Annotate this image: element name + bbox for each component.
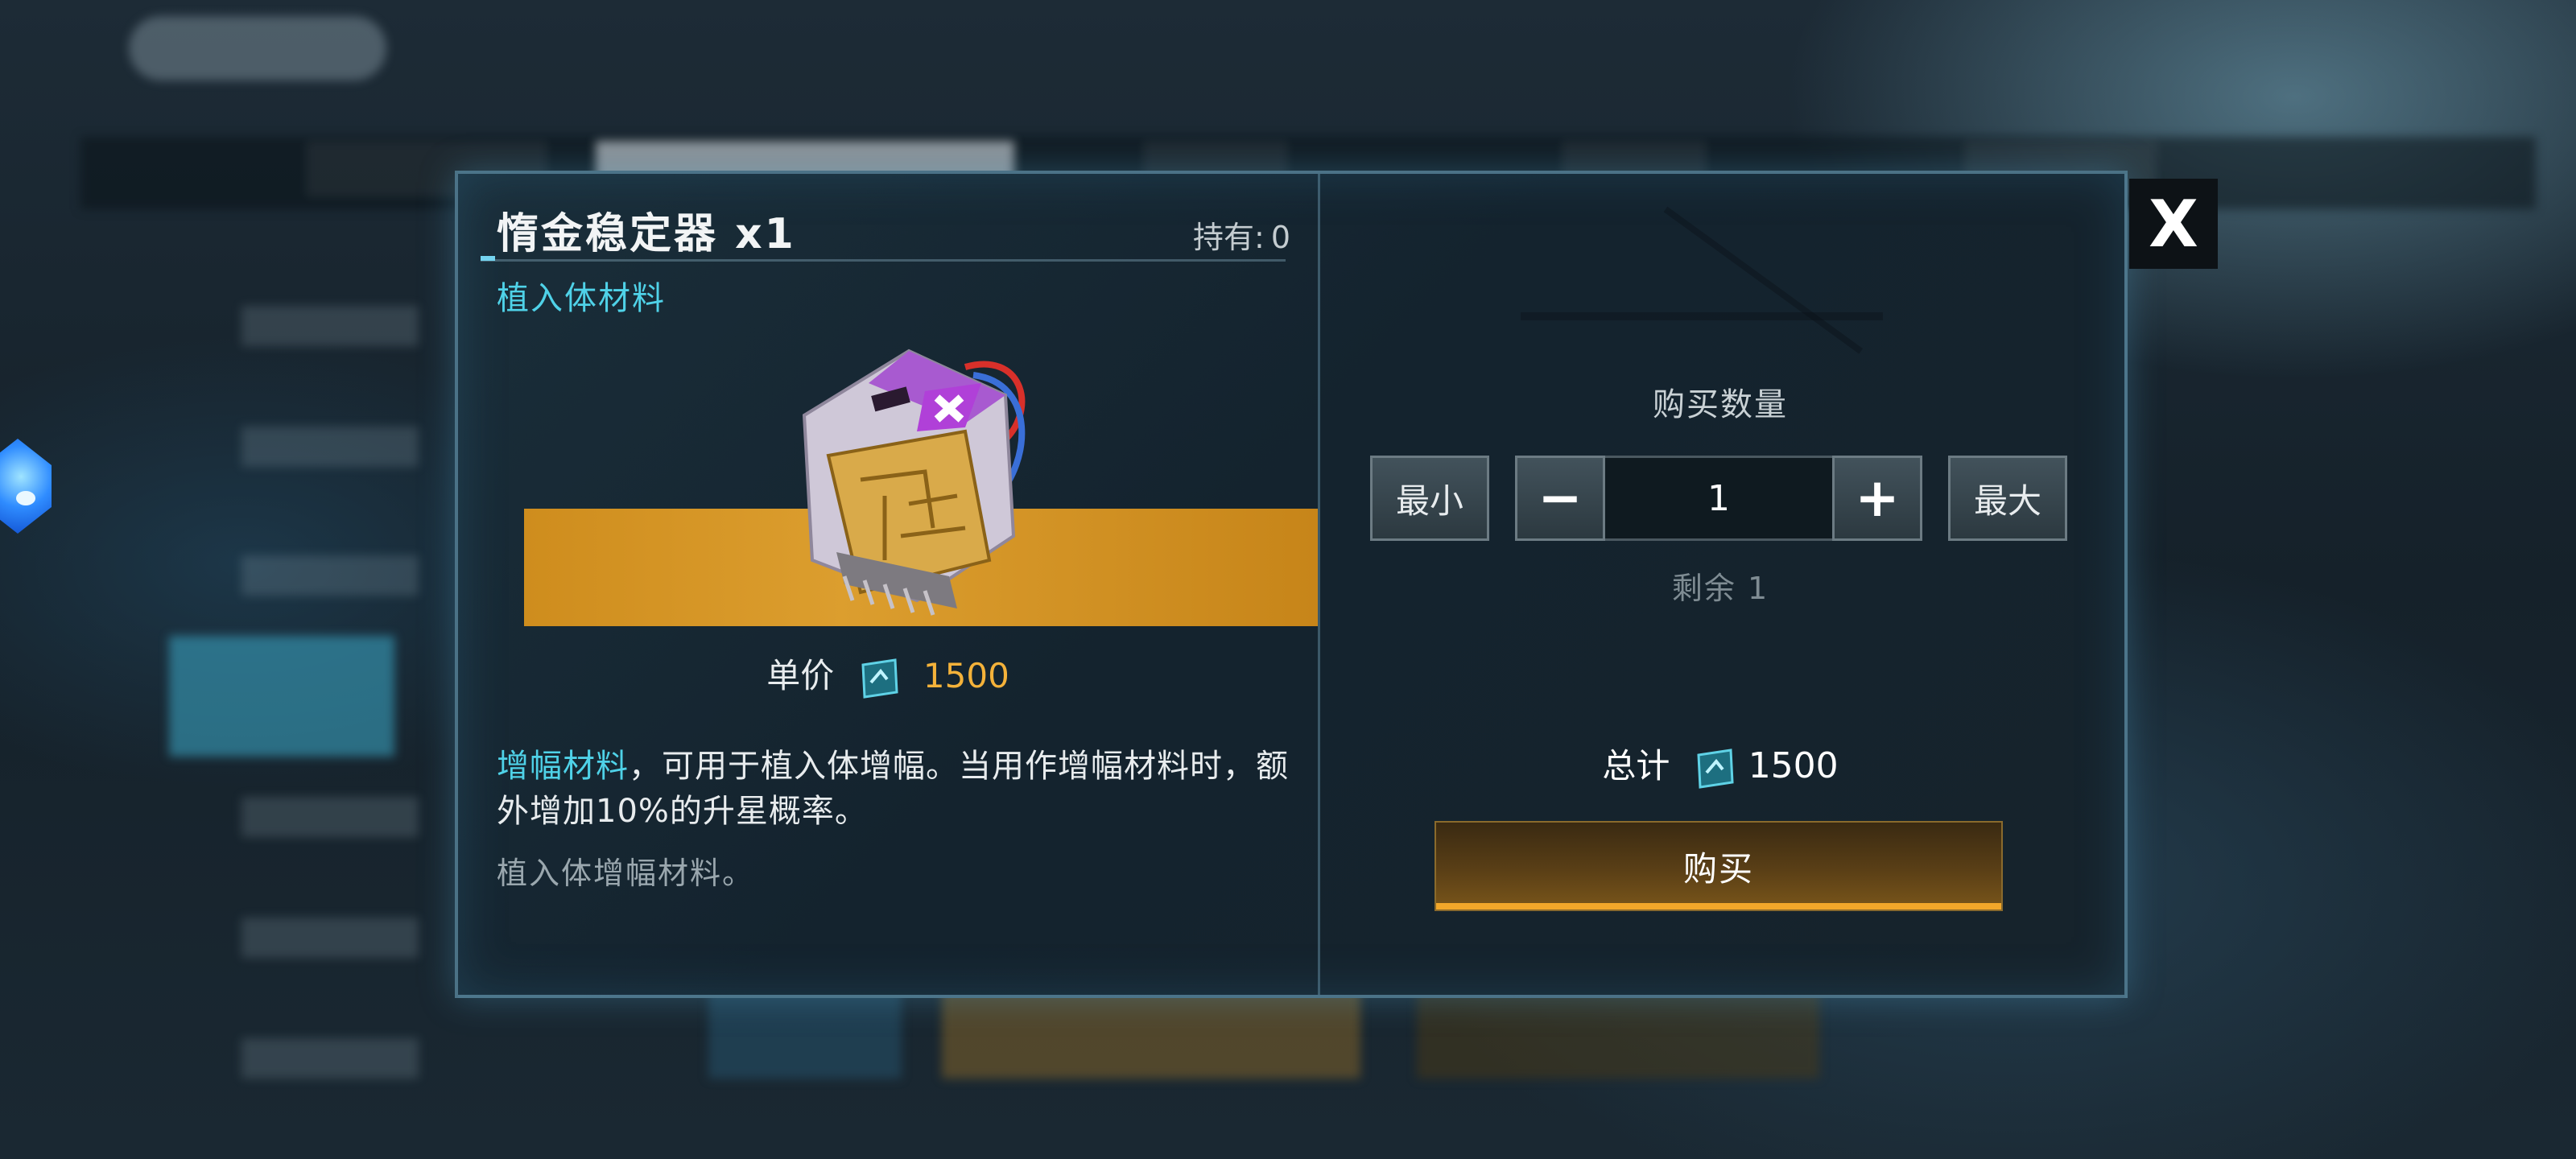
- background-side-item: [242, 555, 419, 596]
- buy-button-accent: [1436, 903, 2001, 909]
- background-side-item-active: [169, 636, 394, 757]
- background-side-item: [242, 797, 419, 837]
- holding-count: 持有: 0: [1193, 212, 1290, 257]
- min-quantity-button[interactable]: 最小: [1370, 456, 1489, 541]
- currency-chip-icon: [861, 658, 898, 699]
- item-title: 惰金稳定器 x1: [497, 210, 796, 258]
- plus-icon: +: [1855, 467, 1900, 529]
- close-button[interactable]: X: [2129, 179, 2218, 269]
- quantity-label: 购买数量: [1653, 386, 1788, 423]
- increase-quantity-button[interactable]: +: [1832, 456, 1922, 541]
- stabilizer-chip-item-icon: [802, 349, 1026, 616]
- background-side-item: [242, 1038, 419, 1079]
- currency-chip-icon: [1697, 748, 1734, 789]
- buy-button-label: 购买: [1682, 848, 1754, 889]
- buy-button[interactable]: 购买: [1435, 821, 2003, 911]
- unit-price-value: 1500: [923, 656, 1009, 695]
- holding-label: 持有:: [1193, 220, 1265, 255]
- background-side-item: [242, 427, 419, 467]
- title-underline: [481, 256, 1286, 262]
- blue-gem-icon[interactable]: [0, 439, 52, 534]
- unit-price-label: 单价: [766, 656, 835, 695]
- decorative-line: [1663, 206, 1864, 354]
- minus-icon: −: [1538, 467, 1583, 529]
- item-description: 增幅材料，可用于植入体增幅。当用作增幅材料时，额外增加10%的升星概率。: [497, 744, 1294, 834]
- decorative-line: [1521, 312, 1883, 320]
- item-category: 植入体材料: [497, 280, 666, 317]
- unit-price: 单价 1500: [458, 649, 1318, 699]
- holding-value: 0: [1270, 220, 1290, 255]
- description-highlight: 增幅材料: [497, 748, 629, 785]
- total-label: 总计: [1602, 746, 1670, 786]
- quantity-input[interactable]: 1: [1605, 456, 1832, 541]
- gem-highlight: [16, 491, 35, 505]
- remaining-stock: 剩余 1: [1671, 571, 1769, 606]
- item-sub-description: 植入体增幅材料。: [497, 856, 755, 891]
- background-logo: [129, 16, 386, 80]
- game-screen: 惰金稳定器 x1 持有: 0 植入体材料 单价 1500 增幅材料，可用于植入体…: [0, 0, 2576, 1159]
- decrease-quantity-button[interactable]: −: [1515, 456, 1605, 541]
- total-price: 总计 1500: [1317, 739, 2124, 789]
- background-side-item: [242, 306, 419, 346]
- background-side-item: [242, 918, 419, 958]
- total-value: 1500: [1748, 745, 1839, 786]
- max-quantity-button[interactable]: 最大: [1948, 456, 2067, 541]
- close-icon: X: [2149, 186, 2198, 262]
